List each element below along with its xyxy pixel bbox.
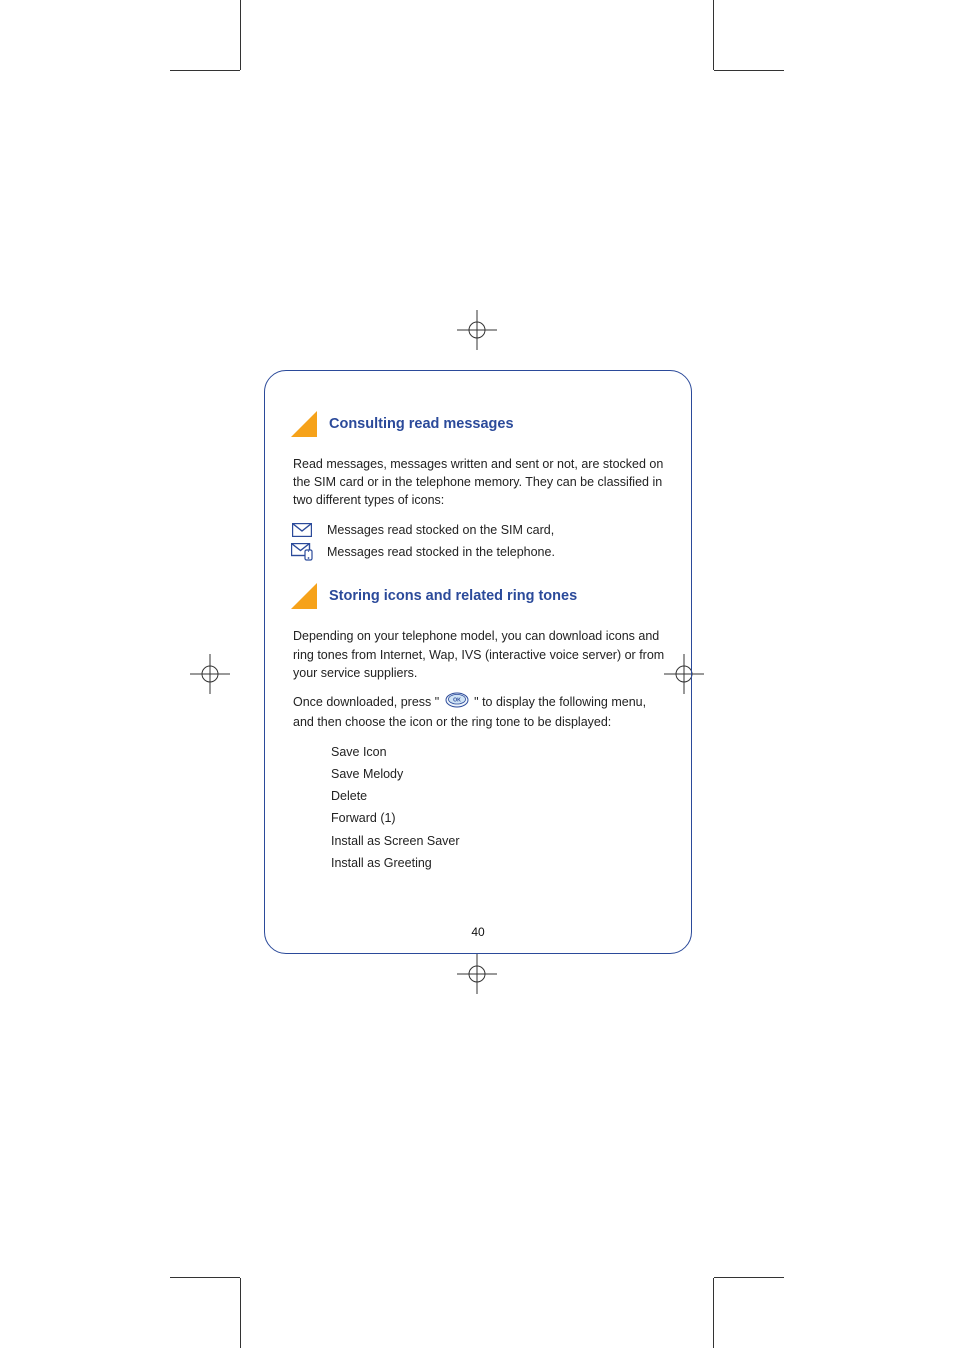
section-title: Consulting read messages	[329, 416, 514, 432]
registration-mark-icon	[180, 644, 240, 704]
crop-mark	[714, 1277, 784, 1278]
svg-text:OK: OK	[453, 697, 461, 703]
menu-list: Save Icon Save Melody Delete Forward (1)…	[331, 743, 665, 872]
registration-mark-icon	[447, 300, 507, 360]
icon-legend-list: Messages read stocked on the SIM card, M…	[291, 523, 665, 561]
list-item: Messages read stocked in the telephone.	[291, 543, 665, 561]
paragraph-part: Once downloaded, press "	[293, 695, 439, 709]
menu-item: Forward (1)	[331, 809, 665, 827]
triangle-bullet-icon	[291, 411, 317, 437]
crop-mark	[170, 70, 240, 71]
menu-item: Delete	[331, 787, 665, 805]
crop-mark	[240, 0, 241, 70]
section-paragraph: Read messages, messages written and sent…	[293, 455, 665, 509]
manual-page: Consulting read messages Read messages, …	[264, 370, 692, 954]
menu-item: Save Icon	[331, 743, 665, 761]
section-heading: Consulting read messages	[291, 411, 665, 437]
list-item-label: Messages read stocked on the SIM card,	[327, 523, 554, 537]
crop-mark	[714, 70, 784, 71]
menu-item: Install as Greeting	[331, 854, 665, 872]
envelope-phone-icon	[291, 543, 313, 561]
section-heading: Storing icons and related ring tones	[291, 583, 665, 609]
crop-mark	[713, 1278, 714, 1348]
section-paragraph: Once downloaded, press " OK " to display…	[293, 692, 665, 731]
list-item-label: Messages read stocked in the telephone.	[327, 545, 555, 559]
menu-item: Install as Screen Saver	[331, 832, 665, 850]
list-item: Messages read stocked on the SIM card,	[291, 523, 665, 537]
crop-mark	[713, 0, 714, 70]
section-paragraph: Depending on your telephone model, you c…	[293, 627, 665, 681]
menu-item: Save Melody	[331, 765, 665, 783]
ok-button-icon: OK	[445, 692, 469, 713]
page-number: 40	[471, 925, 484, 939]
crop-mark	[170, 1277, 240, 1278]
envelope-closed-icon	[291, 523, 313, 537]
section-title: Storing icons and related ring tones	[329, 588, 577, 604]
triangle-bullet-icon	[291, 583, 317, 609]
crop-mark	[240, 1278, 241, 1348]
